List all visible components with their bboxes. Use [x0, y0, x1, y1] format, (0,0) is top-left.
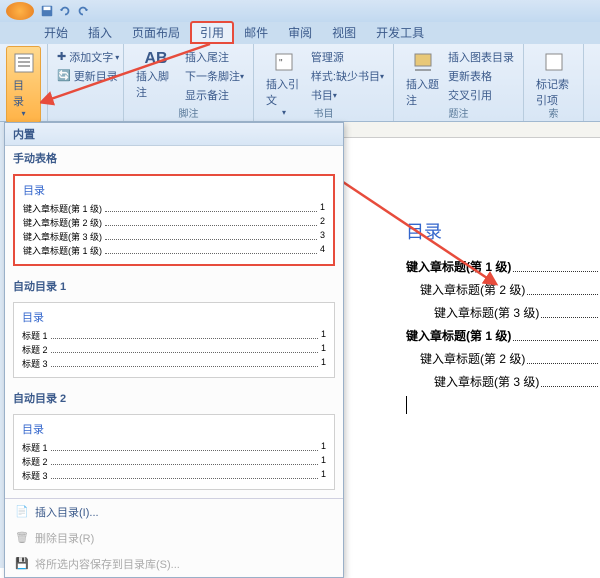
gallery-builtin-header: 内置: [5, 123, 343, 146]
tab-references[interactable]: 引用: [190, 21, 234, 44]
doc-toc-entry[interactable]: 键入章标题(第 2 级): [420, 281, 600, 298]
save-icon[interactable]: [40, 4, 54, 18]
index-icon: [542, 50, 566, 74]
update-toc-button[interactable]: 🔄更新目录: [54, 67, 117, 85]
save-gallery-icon: 💾: [15, 557, 29, 571]
update-icon: 🔄: [57, 69, 71, 83]
doc-toc-entry[interactable]: 键入章标题(第 2 级): [420, 350, 600, 367]
toc-preview-line: 标题 21: [22, 343, 326, 356]
office-button[interactable]: [6, 2, 34, 20]
gallery-auto1-title: 自动目录 1: [5, 274, 343, 298]
text-cursor: [406, 396, 600, 414]
svg-text:": ": [279, 58, 283, 69]
citation-icon: ": [272, 50, 296, 74]
tab-insert[interactable]: 插入: [78, 21, 122, 44]
show-notes-button[interactable]: 显示备注: [182, 86, 247, 104]
toc-gallery-panel: 内置 手动表格 目录 键入章标题(第 1 级)1键入章标题(第 2 级)2键入章…: [4, 122, 344, 578]
insert-custom-toc[interactable]: 📄插入目录(I)...: [5, 499, 343, 525]
insert-toc-icon: 📄: [15, 505, 29, 519]
insert-fig-toc-button[interactable]: 插入图表目录: [445, 48, 517, 66]
group-label-footnote: 脚注: [124, 105, 253, 120]
toc-preview-line: 键入章标题(第 1 级)1: [23, 202, 325, 215]
toc-preview-line: 标题 21: [22, 455, 326, 468]
doc-toc-title: 目录: [406, 218, 600, 244]
update-table-button[interactable]: 更新表格: [445, 67, 517, 85]
save-selection-toc: 💾将所选内容保存到目录库(S)...: [5, 551, 343, 577]
mark-index-button[interactable]: 标记索引项: [530, 46, 577, 112]
gallery-manual-title: 手动表格: [5, 146, 343, 170]
gallery-item-auto2[interactable]: 目录 标题 11标题 21标题 31: [13, 414, 335, 490]
caption-icon: [411, 50, 435, 74]
group-label-biblio: 书目: [254, 105, 393, 120]
crossref-button[interactable]: 交叉引用: [445, 86, 517, 104]
title-bar: [0, 0, 600, 22]
ribbon: 目录 ▾ ✚添加文字▾ 🔄更新目录 AB 插入脚注 插入尾注 下一条脚注▾ 显示…: [0, 44, 600, 122]
toc-preview-line: 键入章标题(第 1 级)4: [23, 244, 325, 257]
ribbon-tabs: 开始 插入 页面布局 引用 邮件 审阅 视图 开发工具: [0, 22, 600, 44]
tab-review[interactable]: 审阅: [278, 21, 322, 44]
next-footnote-button[interactable]: 下一条脚注▾: [182, 67, 247, 85]
doc-toc-entry[interactable]: 键入章标题(第 3 级): [434, 373, 600, 390]
doc-toc-entry[interactable]: 键入章标题(第 1 级): [406, 327, 600, 344]
toc-preview-line: 键入章标题(第 3 级)3: [23, 230, 325, 243]
ab-icon: AB: [144, 50, 167, 68]
add-text-button[interactable]: ✚添加文字▾: [54, 48, 117, 66]
insert-footnote-button[interactable]: AB 插入脚注: [130, 46, 182, 104]
style-dropdown[interactable]: 样式: 缺少书目▾: [308, 67, 387, 85]
tab-view[interactable]: 视图: [322, 21, 366, 44]
bibliography-button[interactable]: 书目▾: [308, 86, 387, 104]
toc-preview-line: 标题 11: [22, 441, 326, 454]
document-preview: 目录 键入章标题(第 1 级) 键入章标题(第 2 级) 键入章标题(第 3 级) 键…: [400, 138, 600, 414]
tab-developer[interactable]: 开发工具: [366, 21, 434, 44]
gallery-auto2-title: 自动目录 2: [5, 386, 343, 410]
insert-caption-button[interactable]: 插入题注: [400, 46, 445, 112]
remove-icon: 🗑: [15, 531, 29, 545]
toc-preview-line: 标题 31: [22, 469, 326, 482]
tab-pagelayout[interactable]: 页面布局: [122, 21, 190, 44]
gallery-item-manual[interactable]: 目录 键入章标题(第 1 级)1键入章标题(第 2 级)2键入章标题(第 3 级…: [13, 174, 335, 266]
insert-endnote-button[interactable]: 插入尾注: [182, 48, 247, 66]
toc-preview-line: 标题 11: [22, 329, 326, 342]
chevron-down-icon: ▾: [21, 109, 25, 118]
toc-label: 目录: [13, 77, 34, 109]
group-label-index: 索: [524, 105, 583, 120]
toc-icon: [12, 51, 36, 75]
tab-mailings[interactable]: 邮件: [234, 21, 278, 44]
toc-preview-line: 标题 31: [22, 357, 326, 370]
gallery-item-auto1[interactable]: 目录 标题 11标题 21标题 31: [13, 302, 335, 378]
redo-icon[interactable]: [76, 4, 90, 18]
add-text-icon: ✚: [57, 50, 66, 64]
undo-icon[interactable]: [58, 4, 72, 18]
remove-toc: 🗑删除目录(R): [5, 525, 343, 551]
doc-toc-entry[interactable]: 键入章标题(第 3 级): [434, 304, 600, 321]
toc-button[interactable]: 目录 ▾: [6, 46, 41, 123]
toc-preview-line: 键入章标题(第 2 级)2: [23, 216, 325, 229]
doc-toc-entry[interactable]: 键入章标题(第 1 级): [406, 258, 600, 275]
group-label-caption: 题注: [394, 105, 523, 120]
manage-sources-button[interactable]: 管理源: [308, 48, 387, 66]
tab-home[interactable]: 开始: [34, 21, 78, 44]
